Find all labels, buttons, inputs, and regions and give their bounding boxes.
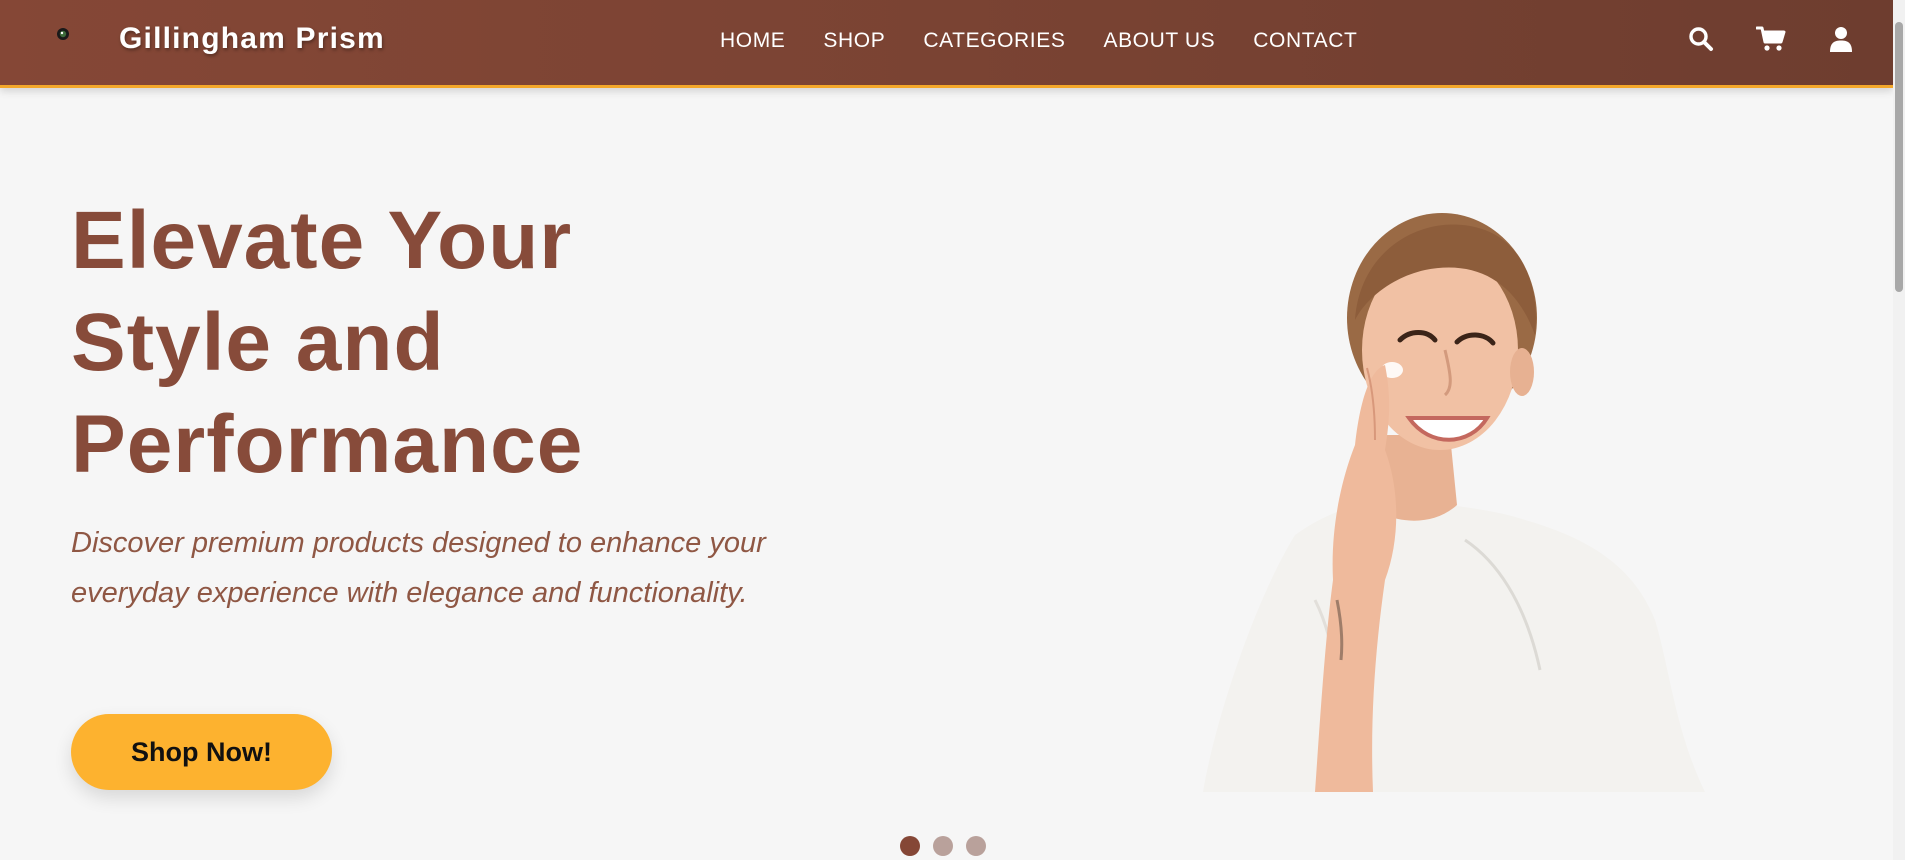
page-scrollbar[interactable] — [1893, 0, 1905, 860]
hero-subtitle: Discover premium products designed to en… — [71, 527, 766, 609]
nav-about-us[interactable]: ABOUT US — [1103, 29, 1215, 53]
scrollbar-thumb[interactable] — [1895, 22, 1903, 292]
hero-model-image — [1195, 200, 1715, 793]
carousel-dot-3[interactable] — [966, 836, 986, 856]
search-icon[interactable] — [1686, 24, 1716, 54]
user-icon[interactable] — [1826, 24, 1856, 54]
nav-shop[interactable]: SHOP — [823, 29, 885, 53]
carousel-dots — [900, 836, 986, 856]
carousel-dot-1[interactable] — [900, 836, 920, 856]
nav-contact[interactable]: CONTACT — [1253, 29, 1357, 53]
top-navbar: Gillingham Prism HOME SHOP CATEGORIES AB… — [0, 0, 1893, 88]
main-nav: HOME SHOP CATEGORIES ABOUT US CONTACT — [720, 29, 1357, 53]
brand-name[interactable]: Gillingham Prism — [119, 22, 385, 56]
carousel-dot-2[interactable] — [933, 836, 953, 856]
shop-now-button[interactable]: Shop Now! — [71, 714, 332, 790]
cart-icon[interactable] — [1756, 24, 1786, 54]
nav-categories[interactable]: CATEGORIES — [923, 29, 1065, 53]
header-actions — [1686, 24, 1856, 54]
hero-title: Elevate Your Style and Performance — [71, 195, 584, 490]
nav-home[interactable]: HOME — [720, 29, 785, 53]
logo-icon[interactable] — [48, 22, 78, 52]
